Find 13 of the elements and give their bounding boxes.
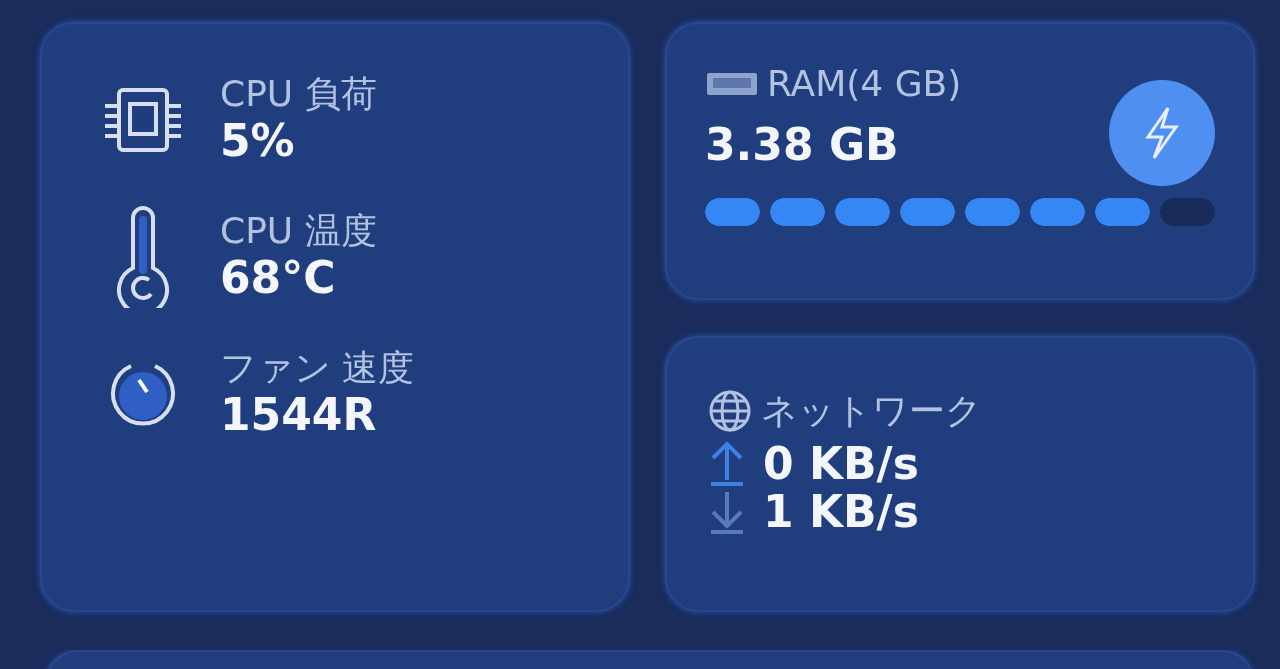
network-label: ネットワーク <box>761 389 982 433</box>
metric-value: 68°C <box>220 252 337 305</box>
ram-label: RAM(4 GB) <box>767 62 962 106</box>
thermometer-icon <box>115 206 171 308</box>
metric-value: 1544R <box>220 389 378 442</box>
globe-icon <box>707 388 753 434</box>
metric-label: ファン 速度 <box>220 346 415 390</box>
transfer-rate: 1 KB/s <box>763 488 919 536</box>
metric-label: CPU 温度 <box>220 209 377 253</box>
transfer-rate: 0 KB/s <box>763 440 919 488</box>
metric-label: CPU 負荷 <box>220 72 377 116</box>
ram-value: 3.38 GB <box>705 119 899 172</box>
metric-value: 5% <box>220 115 296 168</box>
